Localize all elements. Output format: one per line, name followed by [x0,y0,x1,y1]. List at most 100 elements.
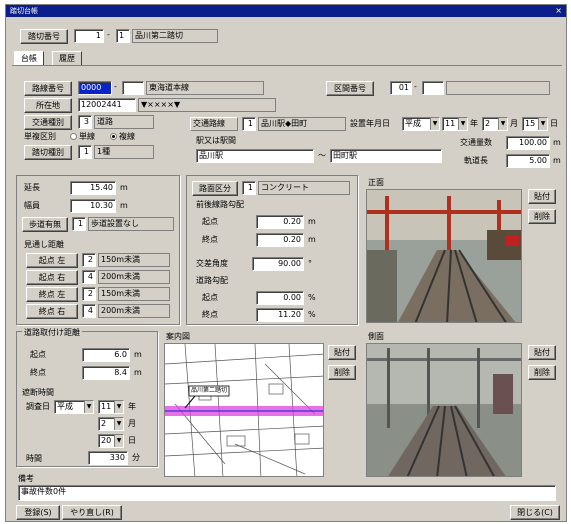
front-delete-button[interactable]: 削除 [528,209,556,224]
map-label: 品川第二踏切 [191,387,228,394]
route-sub-field[interactable] [122,81,144,95]
class-value: 1種 [94,145,154,159]
visibility-val-0: 150m未満 [98,253,170,267]
carry-label: 交通路線 [190,117,238,131]
undo-button[interactable]: やり直し(R) [62,505,122,520]
side-paste-button[interactable]: 貼付 [528,345,556,360]
survey-year-select[interactable]: 11 ▼ [98,400,124,414]
time-unit: 分 [132,453,140,462]
rg-end-field[interactable]: 11.20 [256,308,304,322]
survey-month-select[interactable]: 2 ▼ [98,417,124,431]
remarks-field[interactable]: 事故件数0件 [18,485,556,501]
time-field[interactable]: 330 [88,451,128,465]
tilde: ～ [318,151,326,160]
visibility-code-1[interactable]: 4 [82,270,96,284]
close-icon[interactable]: × [555,5,562,17]
rg-start-label: 起点 [202,293,218,302]
side-photo-title: 側面 [368,332,384,341]
chevron-down-icon: ▼ [430,118,439,130]
map-paste-button[interactable]: 貼付 [328,345,356,360]
link-field[interactable]: 01 [390,81,412,95]
year-select[interactable]: 11 ▼ [442,117,468,131]
front-paste-button[interactable]: 貼付 [528,189,556,204]
office-code-field[interactable]: 12002441 [78,98,136,112]
rg-end-label: 終点 [202,310,218,319]
tab-ledger[interactable]: 台帳 [14,51,44,65]
visibility-code-0[interactable]: 2 [82,253,96,267]
end-field[interactable]: 0.20 [256,233,304,247]
map-title: 案内図 [166,332,190,341]
route-no-button[interactable]: 路線番号 [24,81,72,96]
survey-day-select[interactable]: 20 ▼ [98,434,124,448]
month-unit: 月 [510,119,518,128]
from-station-field[interactable]: 品川駅 [196,149,314,163]
close-button[interactable]: 閉じる(C) [510,505,560,520]
crossing-sub-field[interactable]: 1 [116,29,130,43]
type-value: 道路 [94,115,154,129]
double-radio[interactable]: 複線 [108,131,135,143]
month-select[interactable]: 2 ▼ [482,117,508,131]
sidewalk-button[interactable]: 歩道有無 [22,217,68,232]
map-image: 品川第二踏切 [164,343,324,477]
survey-era-select[interactable]: 平成 ▼ [54,400,94,414]
visibility-btn-3[interactable]: 終点 右 [26,304,78,319]
approach-start-field[interactable]: 6.0 [82,348,130,362]
class-button[interactable]: 踏切種別 [24,145,72,160]
chevron-down-icon: ▼ [458,118,467,130]
day-unit: 日 [550,119,558,128]
crossing-no-button[interactable]: 踏切番号 [20,29,68,44]
angle-field[interactable]: 90.00 [252,257,304,271]
front-photo [366,189,522,323]
visibility-btn-1[interactable]: 起点 右 [26,270,78,285]
front-photo-title: 正面 [368,178,384,187]
railway-front-image [367,190,521,322]
length-label: 延長 [24,183,40,192]
link-button[interactable]: 区間番号 [326,81,374,96]
to-station-field[interactable]: 田町駅 [330,149,442,163]
approach-start-unit: m [134,350,142,359]
era-select[interactable]: 平成 ▼ [402,117,440,131]
paving-code-field[interactable]: 1 [242,181,256,195]
length-field[interactable]: 15.40 [70,181,116,195]
gradient-title: 前後線路勾配 [196,200,244,209]
visibility-btn-0[interactable]: 起点 左 [26,253,78,268]
side-delete-button[interactable]: 削除 [528,365,556,380]
chevron-down-icon: ▼ [498,118,507,130]
sidewalk-code-field[interactable]: 1 [72,217,86,231]
office-button[interactable]: 所在地 [24,98,72,113]
rail-len-unit: m [553,156,561,165]
crossing-no-field[interactable]: 1 [74,29,104,43]
rg-start-field[interactable]: 0.00 [256,291,304,305]
rail-len-field[interactable]: 5.00 [506,154,550,168]
railway-side-image [367,344,521,476]
type-button[interactable]: 交通種別 [24,115,72,130]
survey-label: 調査日 [26,402,50,411]
approach-end-label: 終点 [30,368,46,377]
start-field[interactable]: 0.20 [256,215,304,229]
time-label: 時間 [26,454,42,463]
class-code-field[interactable]: 1 [78,145,92,159]
width-field[interactable]: 10.30 [70,199,116,213]
visibility-code-3[interactable]: 4 [82,304,96,318]
carry-code-field[interactable]: 1 [242,117,256,131]
start-label: 起点 [202,217,218,226]
map-delete-button[interactable]: 削除 [328,365,356,380]
traffic-field[interactable]: 100.00 [506,136,550,150]
link-sub-field[interactable] [422,81,444,95]
visibility-val-3: 200m未満 [98,304,170,318]
day-select[interactable]: 15 ▼ [522,117,548,131]
crossing-name: 品川第二踏切 [132,29,218,43]
route-no-field[interactable]: 0000 [78,81,112,95]
rg-start-unit: % [308,293,316,302]
tab-history[interactable]: 履歴 [52,51,82,65]
visibility-btn-2[interactable]: 終点 左 [26,287,78,302]
paving-button[interactable]: 路面区分 [192,181,238,196]
single-radio[interactable]: 単線 [68,131,95,143]
window: 踏切台帳 × 踏切番号 1 - 1 品川第二踏切 台帳 履歴 路線番号 0000… [5,4,567,522]
end-label: 終点 [202,235,218,244]
approach-end-field[interactable]: 8.4 [82,366,130,380]
survey-year-unit: 年 [128,402,136,411]
type-code-field[interactable]: 3 [78,115,92,129]
visibility-code-2[interactable]: 2 [82,287,96,301]
register-button[interactable]: 登録(S) [16,505,60,520]
